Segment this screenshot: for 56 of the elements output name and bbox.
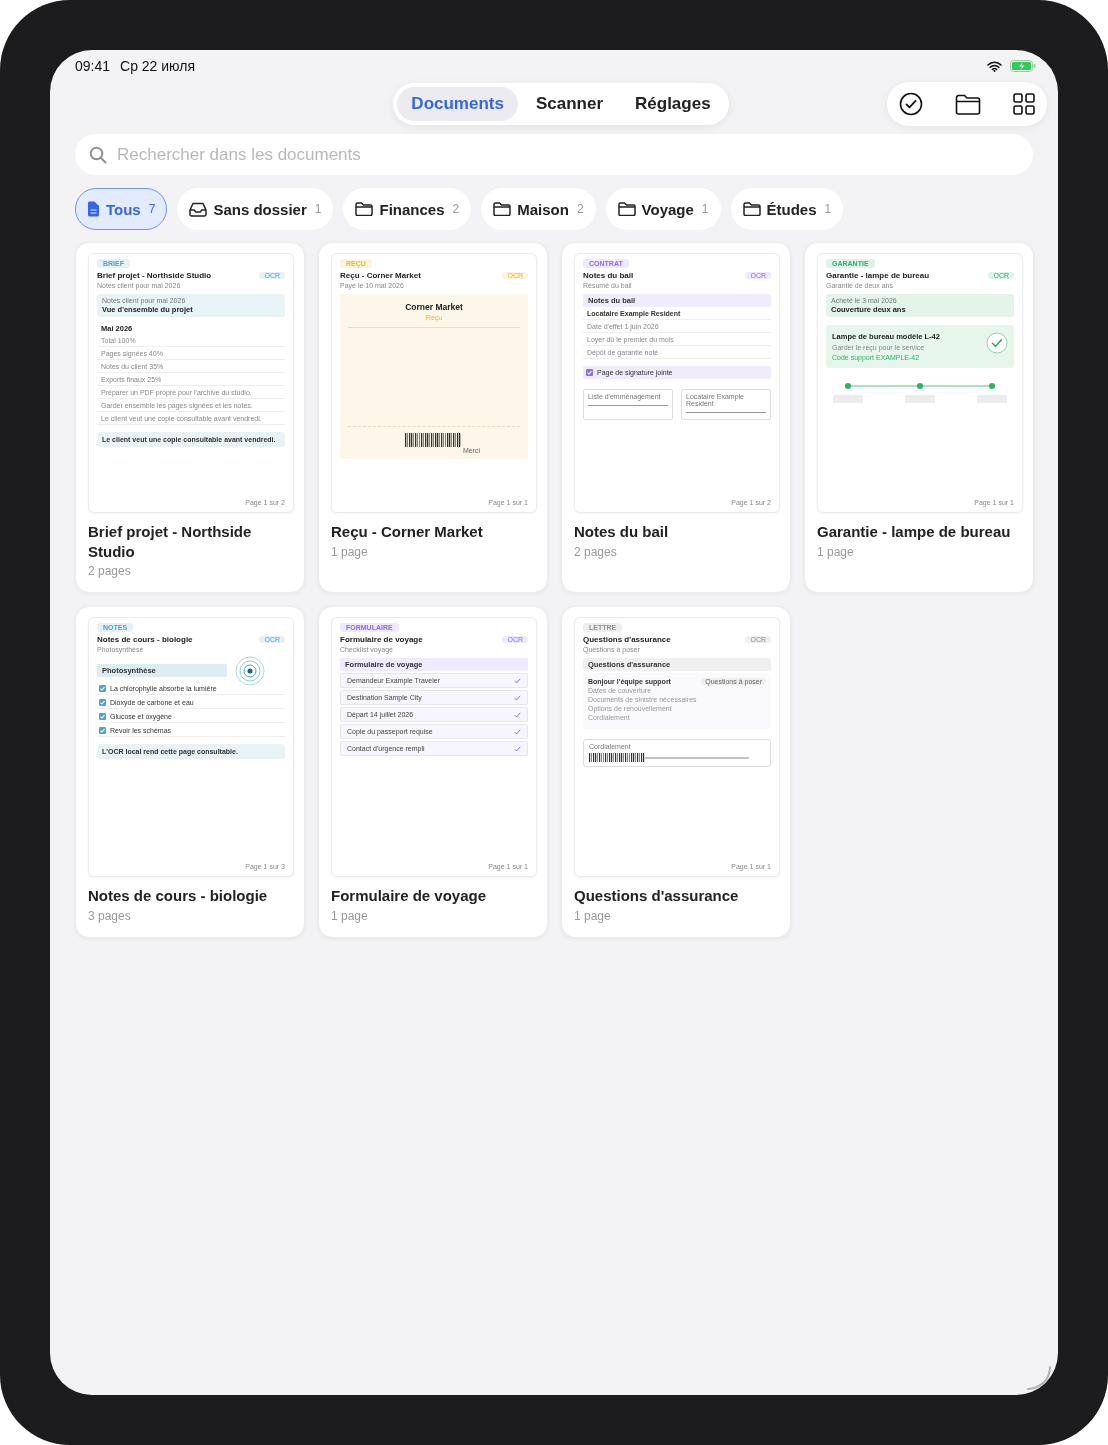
filter-chip[interactable]: Maison 2	[481, 188, 596, 230]
filter-chip[interactable]: Tous 7	[75, 188, 168, 230]
preview-title: Formulaire de voyage	[340, 635, 423, 644]
search-field[interactable]: Rechercher dans les documents	[75, 134, 1033, 175]
page-count: 1 page	[331, 544, 369, 559]
page-count: 3 pages	[88, 908, 132, 923]
signature-scribble-icon	[589, 752, 749, 762]
battery-charging-icon	[1010, 60, 1036, 72]
document-card[interactable]	[318, 606, 548, 938]
document-card[interactable]	[75, 242, 305, 593]
filter-chip[interactable]: Voyage 1	[605, 188, 721, 230]
document-title: Questions d'assurance	[574, 886, 740, 906]
filter-chip[interactable]: Études 1	[730, 188, 844, 230]
wifi-icon	[987, 60, 1002, 72]
page-count: 2 pages	[574, 544, 618, 559]
target-icon	[235, 656, 265, 686]
document-title: Formulaire de voyage	[331, 886, 488, 906]
folder-icon	[617, 202, 636, 216]
preview-title: Garantie - lampe de bureau	[826, 271, 930, 280]
document-title: Garantie - lampe de bureau	[817, 522, 1012, 542]
document-title: Brief projet - Northside Studio	[88, 522, 253, 561]
document-title: Notes de cours - biologie	[88, 886, 269, 906]
filter-chip[interactable]: Finances 2	[343, 188, 472, 230]
folder-icon	[493, 202, 512, 216]
document-card[interactable]	[804, 242, 1034, 593]
document-card[interactable]	[561, 242, 791, 593]
page-count: 1 page	[331, 908, 369, 923]
check-circle-icon	[986, 332, 1008, 354]
tray-icon	[189, 201, 208, 217]
select-check-icon[interactable]	[899, 92, 923, 116]
page-count: 2 pages	[88, 564, 132, 578]
corner-arc-icon	[1026, 1365, 1052, 1391]
tab[interactable]: Scanner	[521, 87, 618, 121]
preview-title: Notes de cours - biologie	[97, 635, 193, 644]
preview-title: Questions d'assurance	[583, 635, 671, 644]
tab[interactable]: Documents	[397, 87, 518, 121]
document-title: Reçu - Corner Market	[331, 522, 484, 542]
document-title: Notes du bail	[574, 522, 670, 542]
document-icon	[87, 201, 100, 217]
barcode-icon	[405, 433, 463, 447]
preview-title: Reçu - Corner Market	[340, 271, 421, 280]
filter-chip[interactable]: Sans dossier 1	[177, 188, 334, 230]
page-count: 1 page	[817, 544, 855, 559]
preview-title: Notes du bail	[583, 271, 634, 280]
document-card[interactable]	[75, 606, 305, 938]
tab[interactable]: Réglages	[621, 87, 725, 121]
status-date: Ср 22 июля	[120, 58, 196, 74]
document-card[interactable]	[561, 606, 791, 938]
folder-icon[interactable]	[955, 93, 981, 115]
folder-icon	[355, 202, 374, 216]
grid-view-icon[interactable]	[1013, 93, 1035, 115]
status-time: 09:41	[75, 58, 111, 74]
preview-title: Brief projet - Northside Studio	[97, 271, 212, 280]
page-count: 1 page	[574, 908, 612, 923]
folder-icon	[742, 202, 761, 216]
receipt-title: Corner Market	[405, 302, 463, 312]
